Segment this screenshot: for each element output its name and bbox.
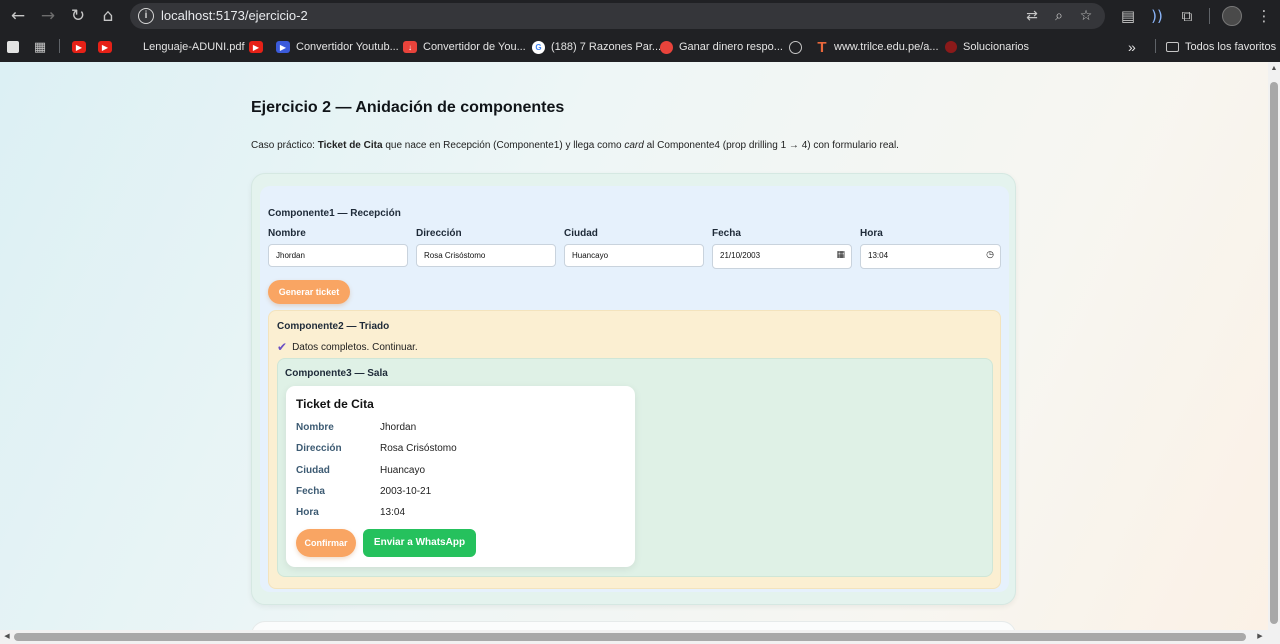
forward-icon[interactable]: →: [35, 3, 61, 29]
globe-icon: [789, 40, 802, 54]
fecha-input[interactable]: 21/10/2003 ▦: [712, 244, 852, 269]
componente2-title: Componente2 — Triado: [277, 321, 390, 332]
direccion-label: Dirección: [416, 228, 462, 239]
apps-grid-icon: ▦: [33, 39, 47, 54]
profile-avatar[interactable]: [1222, 6, 1242, 26]
bookmark-item[interactable]: [789, 38, 808, 56]
toolbar-divider: [1209, 8, 1210, 24]
bookmark-item[interactable]: ▶ Convertidor Youtub...: [276, 38, 399, 56]
componente3-title: Componente3 — Sala: [285, 368, 388, 379]
checkmark-icon: ✔: [277, 340, 288, 354]
page-description: Caso práctico: Ticket de Cita que nace e…: [251, 140, 899, 151]
nombre-input[interactable]: Jhordan: [268, 244, 408, 267]
converter-icon: ▶: [276, 41, 290, 53]
all-bookmarks-folder[interactable]: Todos los favoritos: [1166, 38, 1276, 56]
bookmarks-divider: [1155, 39, 1156, 53]
bookmarks-divider: [59, 39, 60, 53]
vertical-scrollbar-thumb[interactable]: [1270, 82, 1278, 624]
direccion-input[interactable]: Rosa Crisóstomo: [416, 244, 556, 267]
bookmark-apps[interactable]: ▦: [33, 38, 53, 56]
home-icon[interactable]: ⌂: [95, 3, 121, 29]
bookmark-item[interactable]: ↓ Convertidor de You...: [403, 38, 526, 56]
fecha-label: Fecha: [712, 228, 741, 239]
hora-input[interactable]: 13:04 ◷: [860, 244, 1001, 269]
bookmark-item[interactable]: Ganar dinero respo...: [660, 38, 783, 56]
next-section-card: [251, 621, 1016, 630]
horizontal-scrollbar[interactable]: ◀ ▶: [0, 630, 1280, 644]
scroll-up-icon[interactable]: ▲: [1270, 65, 1278, 73]
bookmark-item[interactable]: ▶: [249, 38, 269, 56]
page-title: Ejercicio 2 — Anidación de componentes: [251, 99, 565, 116]
componente1-title: Componente1 — Recepción: [268, 208, 401, 219]
componente3-panel: Componente3 — Sala Ticket de Cita Nombre…: [277, 358, 993, 577]
reading-list-icon[interactable]: ▤: [1116, 4, 1140, 28]
bookmark-tab-search[interactable]: [7, 38, 25, 56]
site-info-icon[interactable]: i: [138, 8, 154, 24]
componente1-panel: Componente1 — Recepción Nombre Jhordan D…: [260, 186, 1009, 592]
confirm-button[interactable]: Confirmar: [296, 529, 356, 557]
ciudad-input[interactable]: Huancayo: [564, 244, 704, 267]
scroll-left-icon[interactable]: ◀: [3, 633, 11, 641]
google-icon: G: [532, 40, 545, 54]
folder-icon: [1166, 42, 1179, 52]
download-icon: ↓: [403, 41, 417, 53]
whatsapp-button[interactable]: Enviar a WhatsApp: [363, 529, 476, 557]
url-text[interactable]: localhost:5173/ejercicio-2: [161, 8, 308, 23]
browser-toolbar: ← → ↻ ⌂ i localhost:5173/ejercicio-2 ⇄ ⌕…: [0, 0, 1280, 32]
ticket-card: Ticket de Cita Nombre Jhordan Dirección …: [286, 386, 635, 567]
horizontal-scrollbar-thumb[interactable]: [14, 633, 1246, 641]
circle-icon: [660, 40, 673, 54]
youtube-icon: ▶: [98, 41, 112, 53]
menu-icon[interactable]: ⋮: [1252, 4, 1276, 28]
exercise-card: Componente1 — Recepción Nombre Jhordan D…: [251, 173, 1016, 605]
bookmark-item[interactable]: Lenguaje-ADUNI.pdf: [143, 38, 245, 56]
generate-ticket-button[interactable]: Generar ticket: [268, 280, 350, 304]
validation-status: ✔ Datos completos. Continuar.: [277, 340, 418, 354]
youtube-icon: ▶: [72, 41, 86, 53]
hora-label: Hora: [860, 228, 883, 239]
extensions-icon[interactable]: ⧉: [1175, 4, 1199, 28]
clock-icon[interactable]: ◷: [986, 245, 994, 266]
bookmark-item[interactable]: Solucionarios: [945, 38, 1029, 56]
youtube-icon: ▶: [249, 41, 263, 53]
vertical-scrollbar[interactable]: ▲: [1268, 62, 1280, 630]
bookmarks-bar: ▦ ▶ ▶ Lenguaje-ADUNI.pdf ▶ ▶ Convertidor …: [0, 32, 1280, 62]
calendar-icon[interactable]: ▦: [836, 245, 845, 266]
nombre-label: Nombre: [268, 228, 306, 239]
trilce-icon: T: [817, 38, 827, 56]
ticket-title: Ticket de Cita: [296, 397, 374, 411]
solucionarios-icon: [945, 41, 957, 53]
back-icon[interactable]: ←: [5, 3, 31, 29]
bookmark-item[interactable]: ▶: [72, 38, 92, 56]
read-aloud-icon[interactable]: )): [1145, 4, 1169, 28]
bookmark-item[interactable]: Twww.trilce.edu.pe/a...: [816, 38, 938, 56]
address-bar[interactable]: i localhost:5173/ejercicio-2 ⇄ ⌕ ☆: [130, 3, 1105, 29]
bookmark-item[interactable]: G (188) 7 Razones Par...: [532, 38, 661, 56]
bookmark-star-icon[interactable]: ☆: [1075, 6, 1097, 26]
reload-icon[interactable]: ↻: [65, 3, 91, 29]
ciudad-label: Ciudad: [564, 228, 598, 239]
tab-search-icon: [7, 41, 19, 53]
bookmarks-overflow-button[interactable]: »: [1128, 38, 1136, 56]
zoom-icon[interactable]: ⌕: [1048, 6, 1070, 26]
translate-icon[interactable]: ⇄: [1021, 6, 1043, 26]
page-viewport: Ejercicio 2 — Anidación de componentes C…: [0, 62, 1268, 630]
componente2-panel: Componente2 — Triado ✔ Datos completos. …: [268, 310, 1001, 589]
scroll-right-icon[interactable]: ▶: [1256, 633, 1264, 641]
bookmark-item[interactable]: ▶: [98, 38, 118, 56]
